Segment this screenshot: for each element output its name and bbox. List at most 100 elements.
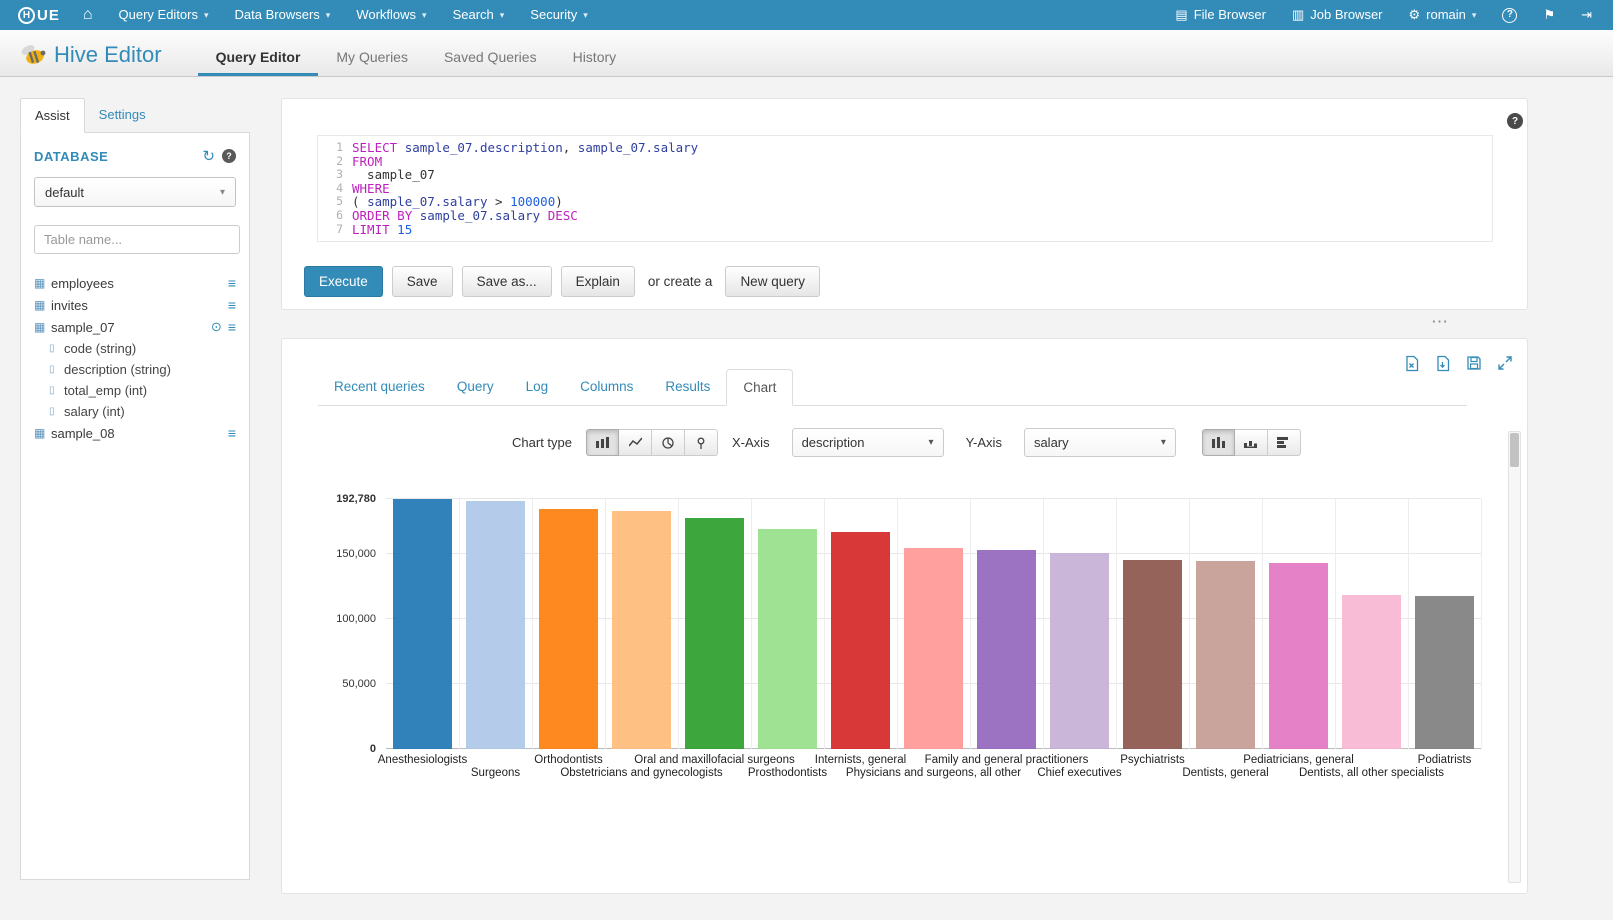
chart-type-pie-button[interactable]: [652, 429, 685, 456]
table-row-sample-08[interactable]: ▦ sample_08 ≡: [34, 422, 236, 444]
chart-bar-10[interactable]: [1050, 553, 1108, 749]
chart-bar-9[interactable]: [977, 550, 1035, 749]
feedback-button[interactable]: ⚑: [1530, 0, 1568, 30]
query-editor-card: ? 1234567 SELECT sample_07.description, …: [281, 98, 1528, 310]
chart-bar-4[interactable]: [612, 511, 670, 749]
tab-my-queries[interactable]: My Queries: [318, 35, 426, 76]
code-line: LIMIT 15: [352, 223, 1492, 237]
explain-button[interactable]: Explain: [561, 266, 635, 297]
editor-gutter: 1234567: [318, 141, 352, 236]
chart-bar-15[interactable]: [1415, 596, 1473, 749]
tab-results[interactable]: Results: [649, 369, 726, 405]
editor-code[interactable]: SELECT sample_07.description, sample_07.…: [352, 141, 1492, 236]
chart-bar-2[interactable]: [466, 501, 524, 749]
chart-type-map-button[interactable]: [685, 429, 718, 456]
chart-bar-5[interactable]: [685, 518, 743, 749]
y-tick-label: 0: [370, 743, 376, 755]
download-csv-icon[interactable]: [1435, 355, 1451, 372]
chart-bar-11[interactable]: [1123, 560, 1181, 749]
chevron-down-icon: ▾: [1161, 437, 1166, 448]
bars-vertical-button[interactable]: [1202, 429, 1235, 456]
save-results-icon[interactable]: [1466, 355, 1482, 372]
menu-security[interactable]: Security ▾: [517, 0, 601, 30]
table-menu-icon[interactable]: ≡: [228, 425, 236, 441]
download-xls-icon[interactable]: [1404, 355, 1420, 372]
chart-bar-13[interactable]: [1269, 563, 1327, 749]
file-browser-button[interactable]: ▤ File Browser: [1162, 0, 1279, 30]
x-axis-select[interactable]: description ▾: [792, 428, 944, 457]
chart-controls: Chart type X-Axis: [282, 428, 1527, 457]
bars-horizontal-button[interactable]: [1268, 429, 1301, 456]
sql-editor[interactable]: 1234567 SELECT sample_07.description, sa…: [317, 135, 1493, 242]
chart-bar-1[interactable]: [393, 499, 451, 749]
scrollbar-thumb[interactable]: [1510, 433, 1519, 467]
assist-help-icon[interactable]: ?: [222, 149, 236, 163]
y-tick-label: 100,000: [336, 613, 376, 625]
y-axis-label: Y-Axis: [966, 435, 1002, 450]
save-button[interactable]: Save: [392, 266, 453, 297]
chart-bar-14[interactable]: [1342, 595, 1400, 749]
flag-icon: ⚑: [1543, 0, 1555, 30]
column-row-description[interactable]: ▯ description (string): [34, 359, 236, 380]
chart-type-bars-button[interactable]: [586, 429, 619, 456]
x-axis-label: Psychiatrists: [1120, 754, 1185, 766]
execute-button[interactable]: Execute: [304, 266, 383, 297]
chart-bar-6[interactable]: [758, 529, 816, 749]
preview-eye-icon[interactable]: ⊙: [211, 319, 222, 335]
tab-assist[interactable]: Assist: [20, 98, 85, 133]
menu-search[interactable]: Search ▾: [440, 0, 518, 30]
bar-orientation-group: [1202, 429, 1301, 456]
table-row-employees[interactable]: ▦ employees ≡: [34, 272, 236, 294]
help-button[interactable]: ?: [1489, 8, 1530, 23]
y-axis-select[interactable]: salary ▾: [1024, 428, 1176, 457]
resize-handle[interactable]: ⋯: [1431, 312, 1448, 332]
table-row-invites[interactable]: ▦ invites ≡: [34, 294, 236, 316]
refresh-icon[interactable]: ↻: [202, 147, 215, 165]
chart-bar-8[interactable]: [904, 548, 962, 749]
chart-bar-3[interactable]: [539, 509, 597, 749]
table-row-sample-07[interactable]: ▦ sample_07 ⊙ ≡: [34, 316, 236, 338]
hue-logo-icon: H: [18, 7, 35, 24]
chart-type-line-button[interactable]: [619, 429, 652, 456]
job-browser-button[interactable]: ▥ Job Browser: [1279, 0, 1396, 30]
user-menu[interactable]: ⚙ romain ▾: [1396, 0, 1490, 30]
menu-data-browsers[interactable]: Data Browsers ▾: [222, 0, 344, 30]
home-button[interactable]: ⌂: [70, 0, 106, 30]
gridline: [532, 499, 533, 749]
menu-workflows[interactable]: Workflows ▾: [343, 0, 439, 30]
table-filter-input[interactable]: [34, 225, 240, 254]
tab-history[interactable]: History: [555, 35, 635, 76]
results-scrollbar[interactable]: [1508, 431, 1521, 883]
chart-bar-7[interactable]: [831, 532, 889, 749]
chart-bar-12[interactable]: [1196, 561, 1254, 749]
gridline: [678, 499, 679, 749]
column-row-code[interactable]: ▯ code (string): [34, 338, 236, 359]
gridline: [1116, 499, 1117, 749]
bars-stacked-button[interactable]: [1235, 429, 1268, 456]
column-icon: ▯: [49, 406, 64, 417]
tab-columns[interactable]: Columns: [564, 369, 649, 405]
table-menu-icon[interactable]: ≡: [228, 275, 236, 291]
menu-query-editors[interactable]: Query Editors ▾: [106, 0, 222, 30]
x-axis-label: Dentists, all other specialists: [1299, 767, 1444, 779]
tab-query[interactable]: Query: [441, 369, 510, 405]
column-row-salary[interactable]: ▯ salary (int): [34, 401, 236, 422]
tab-recent-queries[interactable]: Recent queries: [318, 369, 441, 405]
database-select[interactable]: default ▾: [34, 177, 236, 207]
tab-saved-queries[interactable]: Saved Queries: [426, 35, 555, 76]
hue-logo[interactable]: H UE: [8, 7, 70, 24]
tab-settings[interactable]: Settings: [85, 98, 160, 132]
save-as-button[interactable]: Save as...: [462, 266, 552, 297]
code-line: SELECT sample_07.description, sample_07.…: [352, 141, 1492, 155]
tab-log[interactable]: Log: [510, 369, 565, 405]
expand-icon[interactable]: [1497, 355, 1513, 372]
new-query-button[interactable]: New query: [725, 266, 820, 297]
logout-button[interactable]: ⇥: [1568, 0, 1605, 30]
chevron-down-icon: ▾: [500, 0, 505, 30]
tab-chart[interactable]: Chart: [726, 369, 793, 406]
table-menu-icon[interactable]: ≡: [228, 319, 236, 335]
column-row-total-emp[interactable]: ▯ total_emp (int): [34, 380, 236, 401]
editor-help-icon[interactable]: ?: [1507, 113, 1523, 129]
tab-query-editor[interactable]: Query Editor: [198, 35, 319, 76]
table-menu-icon[interactable]: ≡: [228, 297, 236, 313]
